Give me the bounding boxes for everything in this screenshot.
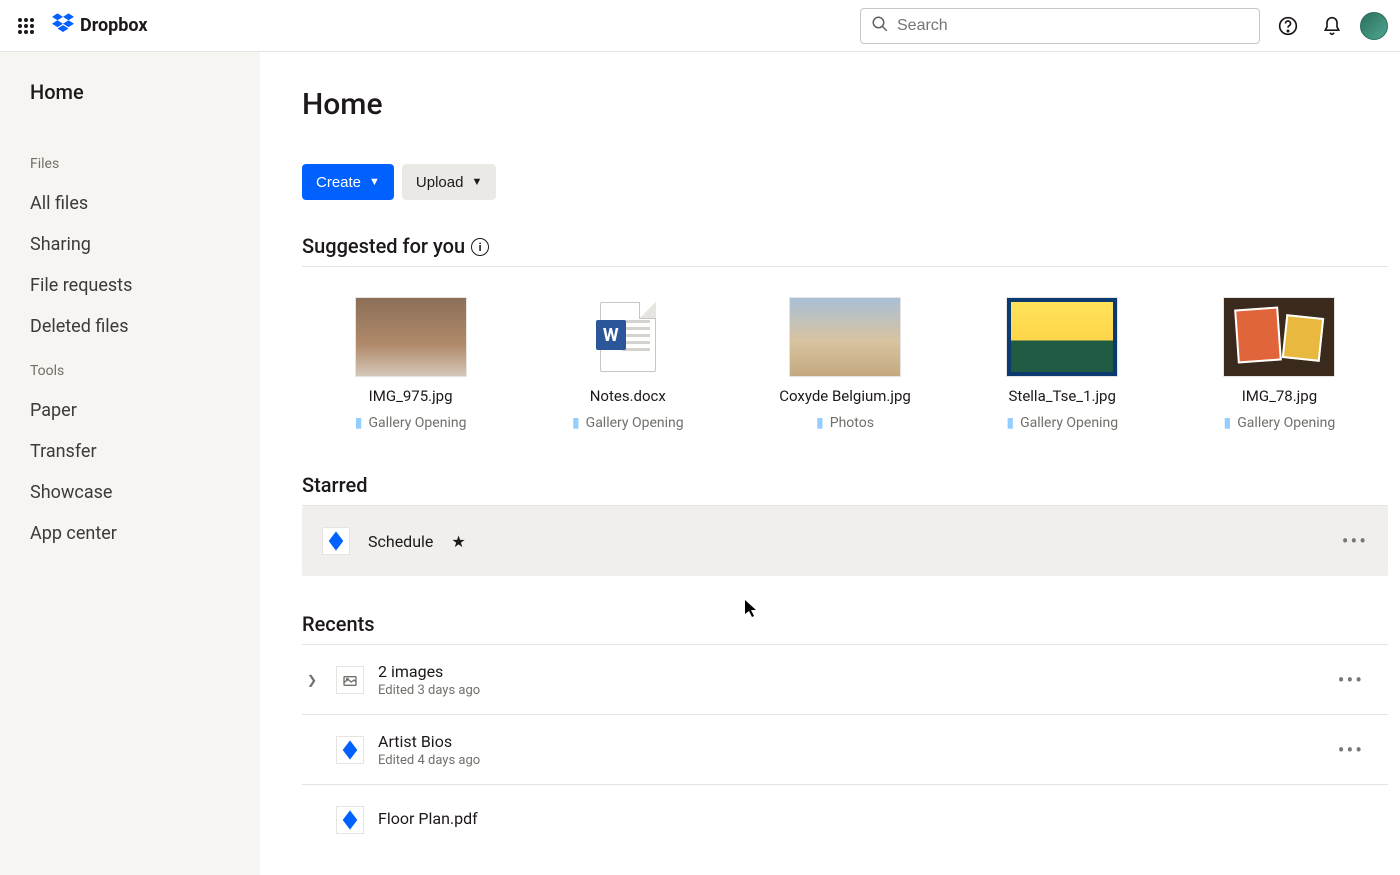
thumbnail-image	[1006, 297, 1118, 377]
help-icon[interactable]	[1272, 10, 1304, 42]
recents-list: ❯ 2 images Edited 3 days ago ••• Artist …	[302, 644, 1400, 854]
sidebar-item-app-center[interactable]: App center	[30, 514, 230, 553]
suggested-filename: Coxyde Belgium.jpg	[779, 387, 911, 405]
thumbnail-image	[789, 297, 901, 377]
search-field[interactable]	[860, 8, 1260, 44]
app-grid-icon[interactable]	[12, 12, 40, 40]
folder-icon: ▮	[1224, 415, 1232, 431]
paper-doc-icon	[336, 736, 364, 764]
suggested-filename: IMG_78.jpg	[1242, 387, 1317, 405]
sidebar-item-sharing[interactable]: Sharing	[30, 225, 230, 264]
recent-item[interactable]: ❯ 2 images Edited 3 days ago •••	[302, 644, 1388, 714]
recent-item-meta: Edited 4 days ago	[378, 753, 480, 768]
folder-icon: ▮	[816, 415, 824, 431]
top-bar: Dropbox	[0, 0, 1400, 52]
recent-item-name: Floor Plan.pdf	[378, 809, 478, 828]
more-actions-icon[interactable]: •••	[1342, 529, 1368, 553]
chevron-right-icon[interactable]: ❯	[302, 673, 322, 687]
recent-item-name: Artist Bios	[378, 732, 480, 751]
create-button-label: Create	[316, 174, 361, 191]
folder-icon: ▮	[572, 415, 580, 431]
info-icon[interactable]: i	[471, 238, 489, 256]
suggested-item[interactable]: IMG_78.jpg ▮Gallery Opening	[1171, 297, 1388, 431]
paper-doc-icon	[322, 527, 350, 555]
suggested-item[interactable]: IMG_975.jpg ▮Gallery Opening	[302, 297, 519, 431]
folder-icon: ▮	[1006, 415, 1014, 431]
search-icon	[871, 15, 889, 37]
chevron-down-icon: ▼	[471, 176, 482, 188]
image-stack-icon	[336, 666, 364, 694]
recent-item-name: 2 images	[378, 662, 480, 681]
suggested-folder[interactable]: ▮Gallery Opening	[1006, 415, 1118, 431]
sidebar-files-label: Files	[30, 156, 230, 172]
recents-heading: Recents	[302, 612, 1400, 636]
starred-heading: Starred	[302, 473, 1400, 497]
thumbnail-word-doc: W	[572, 297, 684, 377]
thumbnail-image	[1223, 297, 1335, 377]
suggested-filename: Notes.docx	[590, 387, 666, 405]
suggested-grid: IMG_975.jpg ▮Gallery Opening W Notes.doc…	[302, 297, 1388, 431]
sidebar-tools-label: Tools	[30, 363, 230, 379]
suggested-filename: Stella_Tse_1.jpg	[1009, 387, 1116, 405]
sidebar-home[interactable]: Home	[30, 80, 230, 104]
suggested-item[interactable]: Coxyde Belgium.jpg ▮Photos	[736, 297, 953, 431]
recent-item[interactable]: Artist Bios Edited 4 days ago •••	[302, 714, 1388, 784]
folder-icon: ▮	[355, 415, 363, 431]
sidebar: Home Files All files Sharing File reques…	[0, 52, 260, 875]
main-content: Home Create ▼ Upload ▼ Suggested for you…	[260, 52, 1400, 875]
more-actions-icon[interactable]: •••	[1338, 668, 1380, 692]
sidebar-item-transfer[interactable]: Transfer	[30, 432, 230, 471]
paper-doc-icon	[336, 806, 364, 834]
recent-item[interactable]: Floor Plan.pdf	[302, 784, 1388, 854]
brand-text: Dropbox	[80, 15, 148, 36]
more-actions-icon[interactable]: •••	[1338, 738, 1380, 762]
suggested-folder[interactable]: ▮Photos	[816, 415, 874, 431]
suggested-filename: IMG_975.jpg	[369, 387, 453, 405]
suggested-folder[interactable]: ▮Gallery Opening	[355, 415, 467, 431]
suggested-folder[interactable]: ▮Gallery Opening	[1224, 415, 1336, 431]
recent-item-meta: Edited 3 days ago	[378, 683, 480, 698]
sidebar-item-showcase[interactable]: Showcase	[30, 473, 230, 512]
dropbox-logo[interactable]: Dropbox	[52, 13, 148, 38]
dropbox-mark-icon	[52, 13, 74, 38]
star-icon[interactable]: ★	[451, 532, 465, 551]
suggested-heading: Suggested for you i	[302, 234, 1400, 258]
upload-button-label: Upload	[416, 174, 464, 191]
sidebar-item-paper[interactable]: Paper	[30, 391, 230, 430]
action-bar: Create ▼ Upload ▼	[302, 164, 1400, 200]
sidebar-item-all-files[interactable]: All files	[30, 184, 230, 223]
sidebar-item-deleted-files[interactable]: Deleted files	[30, 307, 230, 346]
page-title: Home	[302, 87, 1400, 122]
suggested-item[interactable]: Stella_Tse_1.jpg ▮Gallery Opening	[954, 297, 1171, 431]
sidebar-item-file-requests[interactable]: File requests	[30, 266, 230, 305]
thumbnail-image	[355, 297, 467, 377]
suggested-item[interactable]: W Notes.docx ▮Gallery Opening	[519, 297, 736, 431]
notifications-icon[interactable]	[1316, 10, 1348, 42]
search-input[interactable]	[897, 17, 1249, 35]
chevron-down-icon: ▼	[369, 176, 380, 188]
suggested-folder[interactable]: ▮Gallery Opening	[572, 415, 684, 431]
word-document-icon: W	[600, 302, 656, 372]
create-button[interactable]: Create ▼	[302, 164, 394, 200]
starred-item[interactable]: Schedule ★ •••	[302, 506, 1388, 576]
starred-item-name: Schedule	[368, 532, 433, 551]
upload-button[interactable]: Upload ▼	[402, 164, 496, 200]
account-avatar[interactable]	[1360, 12, 1388, 40]
